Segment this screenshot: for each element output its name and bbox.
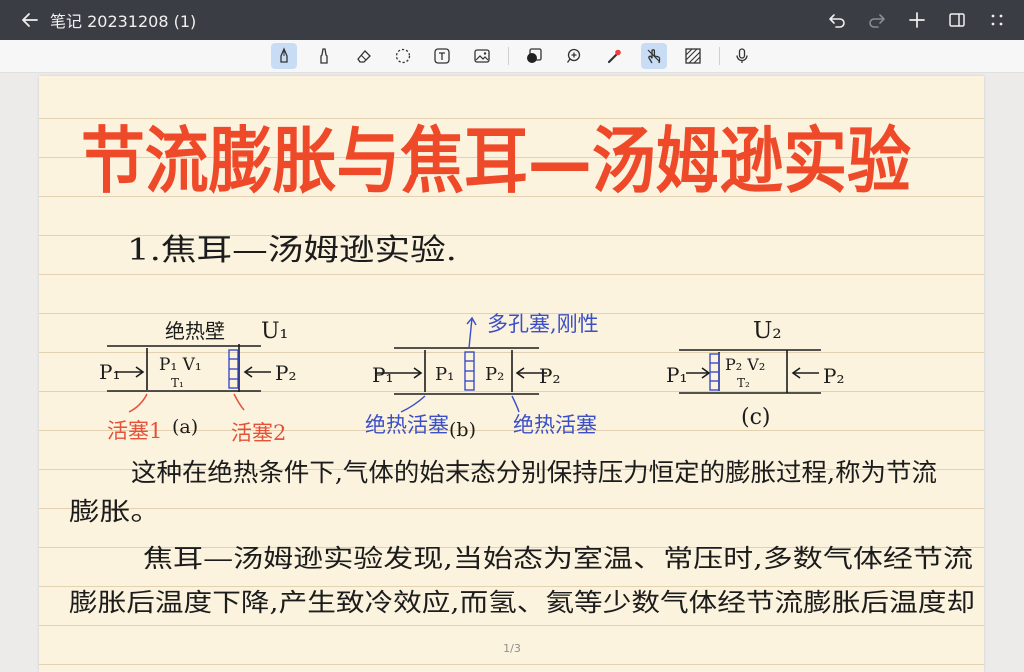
diagram-b-label-right: 绝热活塞	[513, 413, 597, 437]
pen-icon[interactable]	[271, 43, 297, 69]
hand-touch-icon[interactable]	[641, 43, 667, 69]
diagram-a-inner-t: T₁	[171, 376, 184, 390]
diagram-c-caption: (c)	[741, 405, 771, 430]
note-title: 笔记 20231208 (1)	[50, 12, 197, 31]
add-page-icon[interactable]	[904, 7, 930, 33]
diagram-b-top-label: 多孔塞,刚性	[487, 312, 599, 336]
piston-2-blue	[228, 349, 239, 389]
text-box-icon[interactable]	[429, 43, 455, 69]
diagram-c-inner: P₂ V₂	[725, 355, 765, 374]
paragraph-2-line-1: 焦耳—汤姆逊实验发现,当始态为室温、常压时,多数气体经节流	[143, 544, 973, 573]
toolbar-divider	[508, 47, 509, 65]
diagram-a-label-right: 活塞2	[231, 421, 286, 445]
lasso-icon[interactable]	[390, 43, 416, 69]
top-actions	[824, 0, 1010, 40]
diagram-a-inner: P₁ V₁	[159, 355, 202, 375]
shape-icon[interactable]	[521, 43, 547, 69]
diagram-c-inner-t: T₂	[737, 376, 750, 390]
image-icon[interactable]	[469, 43, 495, 69]
diagram-b-caption: (b)	[449, 419, 476, 441]
diagram-a-right-p: P₂	[275, 361, 296, 385]
diagram-a-top-label: 绝热壁	[165, 319, 225, 343]
diagram-b-right-p: P₂	[539, 364, 560, 388]
back-button[interactable]	[12, 0, 48, 40]
diagram-c-left-p: P₁	[666, 363, 687, 387]
drawing-toolbar	[0, 40, 1024, 73]
sidebar-icon[interactable]	[944, 7, 970, 33]
undo-icon[interactable]	[824, 7, 850, 33]
handwriting-layer: 节流膨胀与焦耳—汤姆逊实验 1.焦耳—汤姆逊实验. 绝热壁 U₁ P₁ P₂ P…	[69, 118, 975, 617]
diagram-c-right-p: P₂	[823, 364, 844, 388]
zoom-icon[interactable]	[561, 43, 587, 69]
diagram-b-label-left: 绝热活塞	[365, 413, 449, 437]
page-indicator: 1/3	[503, 642, 521, 655]
diagram-b-left-p: P₁	[372, 363, 393, 387]
piston-c-blue	[709, 353, 720, 391]
paragraph-1-line-2: 膨胀。	[69, 497, 161, 526]
diagram-a-left-p: P₁	[99, 360, 120, 384]
diagram-a-label-left: 活塞1	[107, 419, 162, 443]
diagram-b-inner-left: P₁	[435, 364, 454, 385]
back-arrow-icon	[22, 13, 38, 27]
note-page[interactable]: 节流膨胀与焦耳—汤姆逊实验 1.焦耳—汤姆逊实验. 绝热壁 U₁ P₁ P₂ P…	[39, 76, 984, 672]
section-title: 1.焦耳—汤姆逊实验.	[127, 233, 457, 268]
eraser-icon[interactable]	[351, 43, 377, 69]
highlighter-icon[interactable]	[311, 43, 337, 69]
laser-pointer-icon[interactable]	[601, 43, 627, 69]
diagram-b-inner-right: P₂	[485, 364, 504, 385]
redo-icon[interactable]	[864, 7, 890, 33]
diagram-b	[376, 347, 547, 395]
diagram-a-arrows-red	[128, 393, 245, 413]
diagram-a-caption: (a)	[172, 416, 198, 438]
paragraph-2-line-2: 膨胀后温度下降,产生致冷效应,而氢、氦等少数气体经节流膨胀后温度却	[69, 588, 975, 617]
diagram-a-u-label: U₁	[261, 319, 288, 344]
paragraph-1-line-1: 这种在绝热条件下,气体的始末态分别保持压力恒定的膨胀过程,称为节流	[131, 458, 937, 487]
note-heading: 节流膨胀与焦耳—汤姆逊实验	[81, 118, 911, 203]
microphone-icon[interactable]	[729, 43, 755, 69]
diagram-c-u-label: U₂	[753, 318, 782, 344]
toolbar-divider	[719, 47, 720, 65]
app-bar: 笔记 20231208 (1)	[0, 0, 1024, 40]
more-icon[interactable]	[984, 7, 1010, 33]
pattern-icon[interactable]	[680, 43, 706, 69]
